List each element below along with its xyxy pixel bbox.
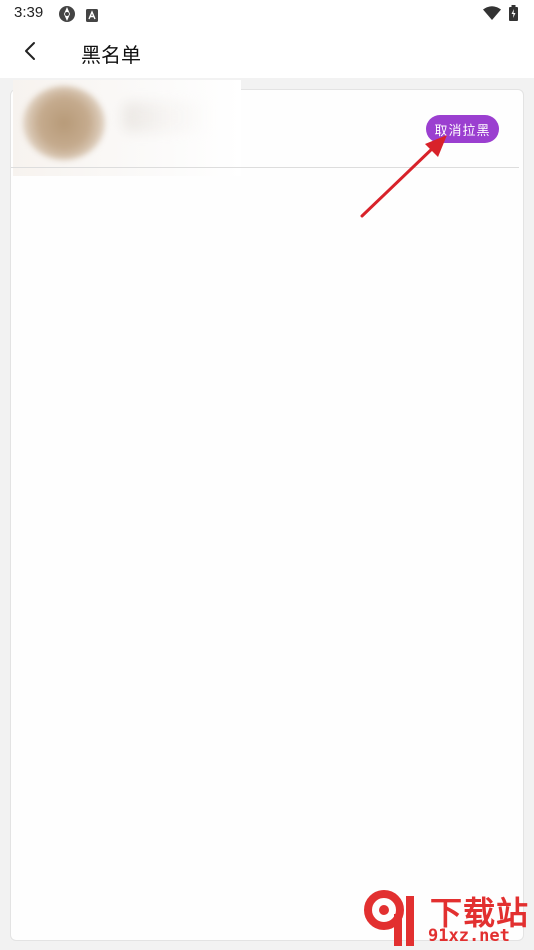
accessibility-badge-icon: [86, 7, 98, 26]
watermark: 下载站 91xz.net: [362, 888, 532, 948]
status-bar: 3:39: [0, 0, 534, 28]
settings-icon: [58, 5, 76, 27]
blacklist-screen: 3:39 黑名单 取消拉黑 下载站 91xz.net: [0, 0, 534, 950]
blurred-user-info: [13, 80, 241, 176]
annotation-arrow-icon: [360, 135, 447, 218]
app-bar: 黑名单: [0, 28, 534, 78]
battery-icon: [509, 5, 518, 25]
avatar[interactable]: [23, 86, 105, 160]
blurred-username: [123, 102, 213, 132]
wifi-icon: [483, 6, 501, 25]
page-title: 黑名单: [81, 43, 141, 67]
chevron-left-icon: [23, 41, 37, 65]
status-time: 3:39: [14, 4, 44, 21]
back-button[interactable]: [14, 37, 46, 69]
watermark-line2: 91xz.net: [428, 926, 510, 946]
